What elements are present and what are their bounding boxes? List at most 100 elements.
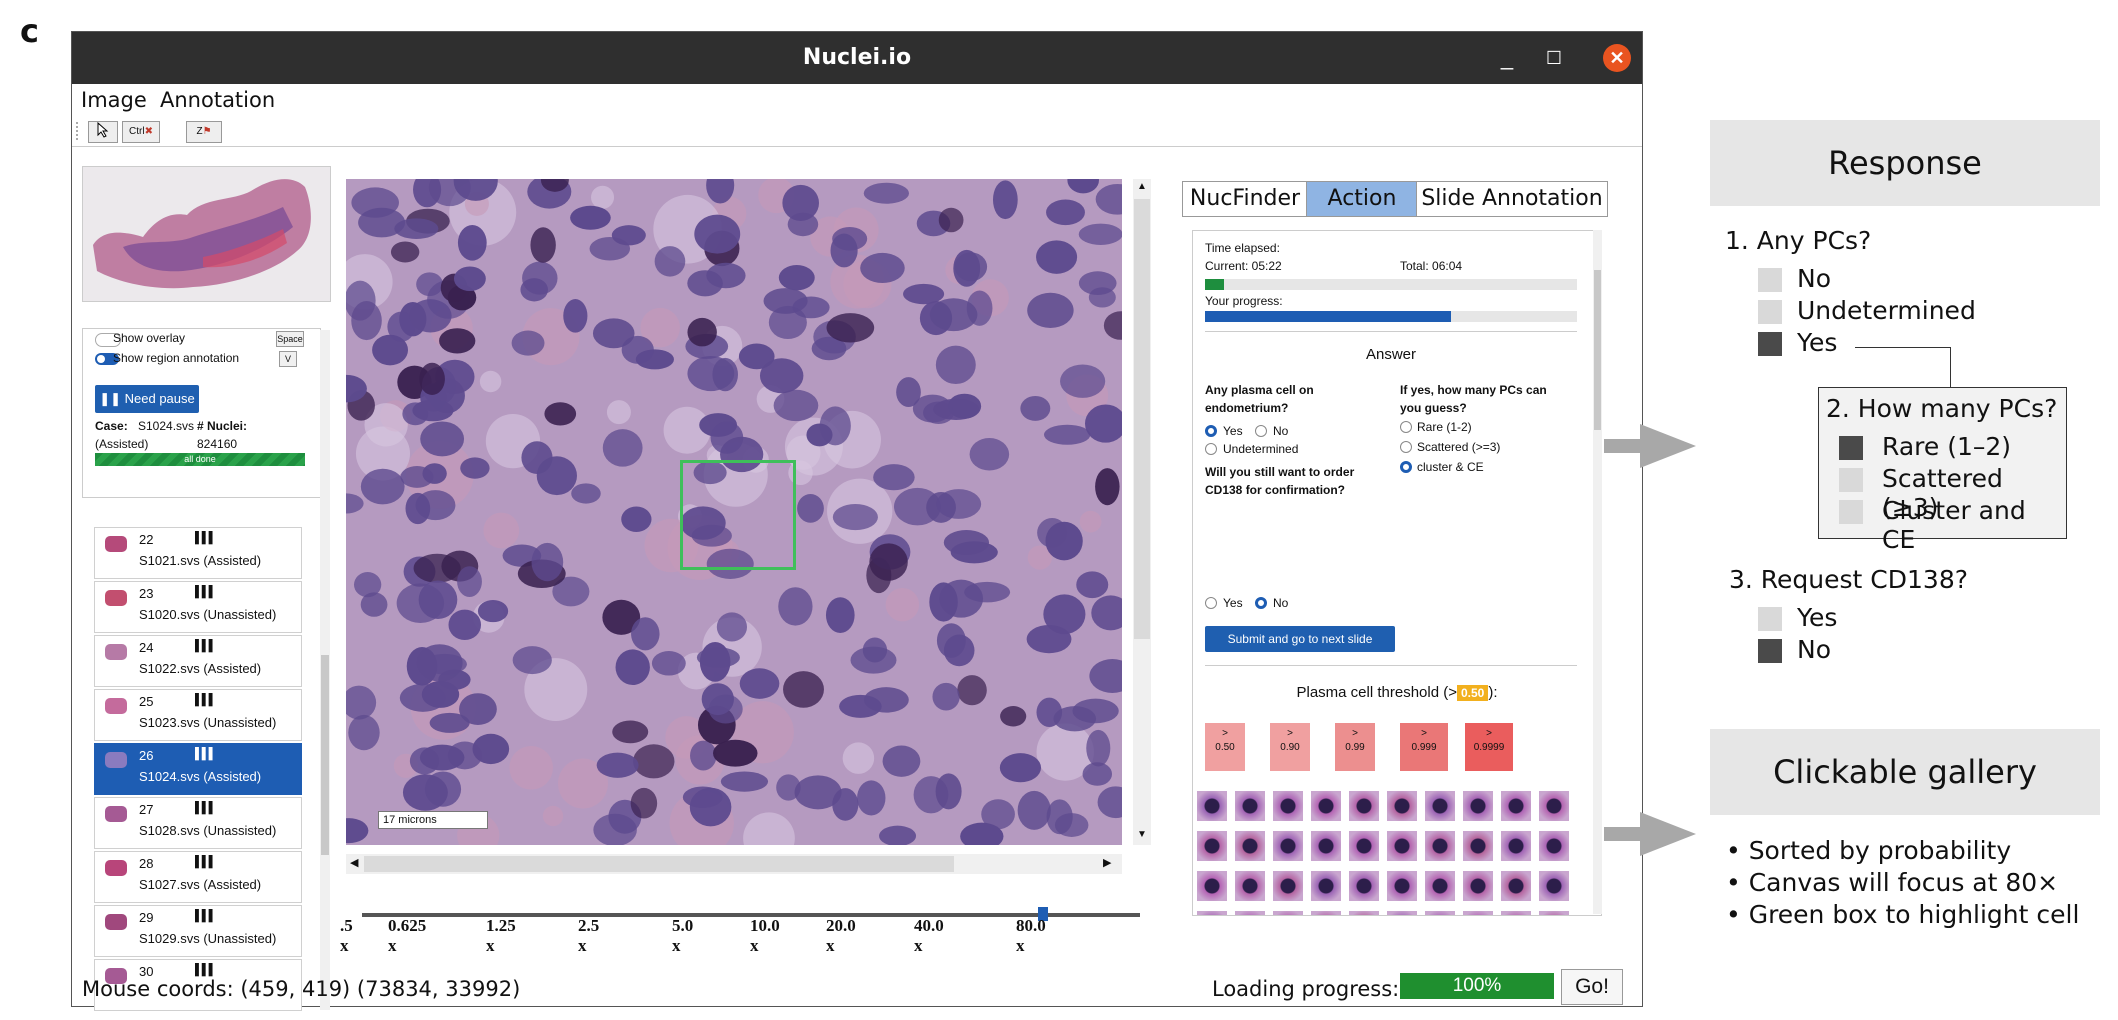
action-panel-scrollbar[interactable] bbox=[1593, 230, 1602, 914]
scroll-left-icon[interactable]: ◀ bbox=[350, 856, 358, 869]
menu-annotation[interactable]: Annotation bbox=[160, 88, 275, 112]
tab-nucfinder[interactable]: NucFinder bbox=[1182, 181, 1308, 217]
scroll-right-icon[interactable]: ▶ bbox=[1103, 856, 1111, 869]
z-undo-button[interactable]: Z⚑ bbox=[186, 121, 222, 143]
slide-list-item[interactable]: 26 ▌▌▌ S1024.svs (Assisted) bbox=[94, 743, 302, 795]
zoom-level-label[interactable]: 10.0 x bbox=[750, 916, 780, 956]
gallery-thumbnail[interactable] bbox=[1425, 831, 1455, 861]
gallery-thumbnail[interactable] bbox=[1501, 871, 1531, 901]
scrollbar-thumb[interactable] bbox=[364, 856, 954, 872]
slide-list-item[interactable]: 28 ▌▌▌ S1027.svs (Assisted) bbox=[94, 851, 302, 903]
gallery-thumbnail[interactable] bbox=[1387, 831, 1417, 861]
tab-slide-annotation[interactable]: Slide Annotation bbox=[1416, 181, 1608, 217]
gallery-thumbnail[interactable] bbox=[1463, 831, 1493, 861]
gallery-thumbnail[interactable] bbox=[1349, 871, 1379, 901]
maximize-button[interactable]: ☐ bbox=[1537, 32, 1571, 84]
scroll-up-icon[interactable]: ▲ bbox=[1137, 181, 1147, 192]
gallery-thumbnail[interactable] bbox=[1539, 791, 1569, 821]
gallery-thumbnail[interactable] bbox=[1387, 791, 1417, 821]
gallery-thumbnail[interactable] bbox=[1311, 831, 1341, 861]
zoom-level-label[interactable]: 0.625 x bbox=[388, 916, 426, 956]
gallery-thumbnail[interactable] bbox=[1463, 791, 1493, 821]
gallery-thumbnail[interactable] bbox=[1273, 791, 1303, 821]
threshold-button[interactable]: >0.9999 bbox=[1465, 723, 1513, 771]
zoom-level-label[interactable]: 20.0 x bbox=[826, 916, 856, 956]
q2-cluster-radio[interactable] bbox=[1400, 461, 1412, 473]
minimize-button[interactable]: _ bbox=[1490, 32, 1524, 84]
q1-undetermined-radio[interactable] bbox=[1205, 443, 1217, 455]
threshold-button[interactable]: >0.50 bbox=[1205, 723, 1245, 771]
threshold-button[interactable]: >0.999 bbox=[1400, 723, 1448, 771]
gallery-thumbnail[interactable] bbox=[1235, 911, 1265, 915]
go-button[interactable]: Go! bbox=[1561, 969, 1623, 1005]
q1-no-radio[interactable] bbox=[1255, 425, 1267, 437]
gallery-thumbnail[interactable] bbox=[1387, 911, 1417, 915]
menu-image[interactable]: Image bbox=[81, 88, 147, 112]
viewer-vertical-scrollbar[interactable]: ▲ ▼ bbox=[1133, 179, 1151, 845]
slide-list-item[interactable]: 29 ▌▌▌ S1029.svs (Unassisted) bbox=[94, 905, 302, 957]
slide-list-item[interactable]: 27 ▌▌▌ S1028.svs (Unassisted) bbox=[94, 797, 302, 849]
slide-list-item[interactable]: 23 ▌▌▌ S1020.svs (Unassisted) bbox=[94, 581, 302, 633]
zoom-level-label[interactable]: 40.0 x bbox=[914, 916, 944, 956]
scrollbar-thumb[interactable] bbox=[1594, 270, 1601, 430]
gallery-thumbnail[interactable] bbox=[1273, 871, 1303, 901]
scrollbar-thumb[interactable] bbox=[1134, 199, 1150, 639]
scrollbar-thumb[interactable] bbox=[321, 655, 329, 855]
gallery-thumbnail[interactable] bbox=[1235, 831, 1265, 861]
threshold-button[interactable]: >0.99 bbox=[1335, 723, 1375, 771]
gallery-thumbnail[interactable] bbox=[1349, 911, 1379, 915]
gallery-thumbnail[interactable] bbox=[1197, 911, 1227, 915]
submit-next-button[interactable]: Submit and go to next slide bbox=[1205, 626, 1395, 652]
gallery-thumbnail[interactable] bbox=[1425, 911, 1455, 915]
slide-list-scrollbar[interactable] bbox=[320, 330, 330, 1010]
slide-viewer-canvas[interactable]: 17 microns bbox=[346, 179, 1122, 845]
scroll-down-icon[interactable]: ▼ bbox=[1137, 829, 1147, 840]
zoom-level-label[interactable]: 80.0 x bbox=[1016, 916, 1046, 956]
gallery-thumbnail[interactable] bbox=[1425, 791, 1455, 821]
pointer-tool-button[interactable] bbox=[88, 121, 118, 143]
threshold-button[interactable]: >0.90 bbox=[1270, 723, 1310, 771]
gallery-thumbnail[interactable] bbox=[1463, 911, 1493, 915]
zoom-level-label[interactable]: 5.0 x bbox=[672, 916, 693, 956]
tab-action[interactable]: Action bbox=[1306, 181, 1418, 217]
slide-overview-thumbnail[interactable] bbox=[82, 166, 331, 302]
gallery-thumbnail[interactable] bbox=[1349, 831, 1379, 861]
gallery-thumbnail[interactable] bbox=[1311, 871, 1341, 901]
zoom-level-label[interactable]: 1.25 x bbox=[486, 916, 516, 956]
close-button[interactable]: ✕ bbox=[1603, 44, 1631, 72]
nucleus bbox=[1046, 199, 1085, 226]
q3-yes-radio[interactable] bbox=[1205, 597, 1217, 609]
q2-scattered-radio[interactable] bbox=[1400, 441, 1412, 453]
slide-list-item[interactable]: 22 ▌▌▌ S1021.svs (Assisted) bbox=[94, 527, 302, 579]
gallery-thumbnail[interactable] bbox=[1501, 911, 1531, 915]
gallery-thumbnail[interactable] bbox=[1311, 911, 1341, 915]
gallery-thumbnail[interactable] bbox=[1501, 791, 1531, 821]
zoom-level-label[interactable]: .5 x bbox=[340, 916, 353, 956]
gallery-thumbnail[interactable] bbox=[1539, 831, 1569, 861]
barcode-icon: ▌▌▌ bbox=[195, 694, 216, 706]
gallery-thumbnail[interactable] bbox=[1425, 871, 1455, 901]
gallery-thumbnail[interactable] bbox=[1235, 791, 1265, 821]
viewer-horizontal-scrollbar[interactable]: ◀ ▶ bbox=[346, 854, 1122, 874]
gallery-thumbnail[interactable] bbox=[1311, 791, 1341, 821]
gallery-thumbnail[interactable] bbox=[1235, 871, 1265, 901]
need-pause-button[interactable]: ❚❚ Need pause bbox=[95, 385, 199, 413]
gallery-thumbnail[interactable] bbox=[1273, 831, 1303, 861]
gallery-thumbnail[interactable] bbox=[1197, 791, 1227, 821]
q1-yes-radio[interactable] bbox=[1205, 425, 1217, 437]
gallery-thumbnail[interactable] bbox=[1197, 831, 1227, 861]
q3-no-radio[interactable] bbox=[1255, 597, 1267, 609]
slide-list-item[interactable]: 25 ▌▌▌ S1023.svs (Unassisted) bbox=[94, 689, 302, 741]
gallery-thumbnail[interactable] bbox=[1197, 871, 1227, 901]
gallery-thumbnail[interactable] bbox=[1463, 871, 1493, 901]
gallery-thumbnail[interactable] bbox=[1501, 831, 1531, 861]
gallery-thumbnail[interactable] bbox=[1387, 871, 1417, 901]
ctrl-select-button[interactable]: Ctrl✖ bbox=[122, 121, 160, 143]
gallery-thumbnail[interactable] bbox=[1539, 911, 1569, 915]
gallery-thumbnail[interactable] bbox=[1539, 871, 1569, 901]
slide-list-item[interactable]: 24 ▌▌▌ S1022.svs (Assisted) bbox=[94, 635, 302, 687]
zoom-level-label[interactable]: 2.5 x bbox=[578, 916, 599, 956]
gallery-thumbnail[interactable] bbox=[1273, 911, 1303, 915]
q2-rare-radio[interactable] bbox=[1400, 421, 1412, 433]
gallery-thumbnail[interactable] bbox=[1349, 791, 1379, 821]
